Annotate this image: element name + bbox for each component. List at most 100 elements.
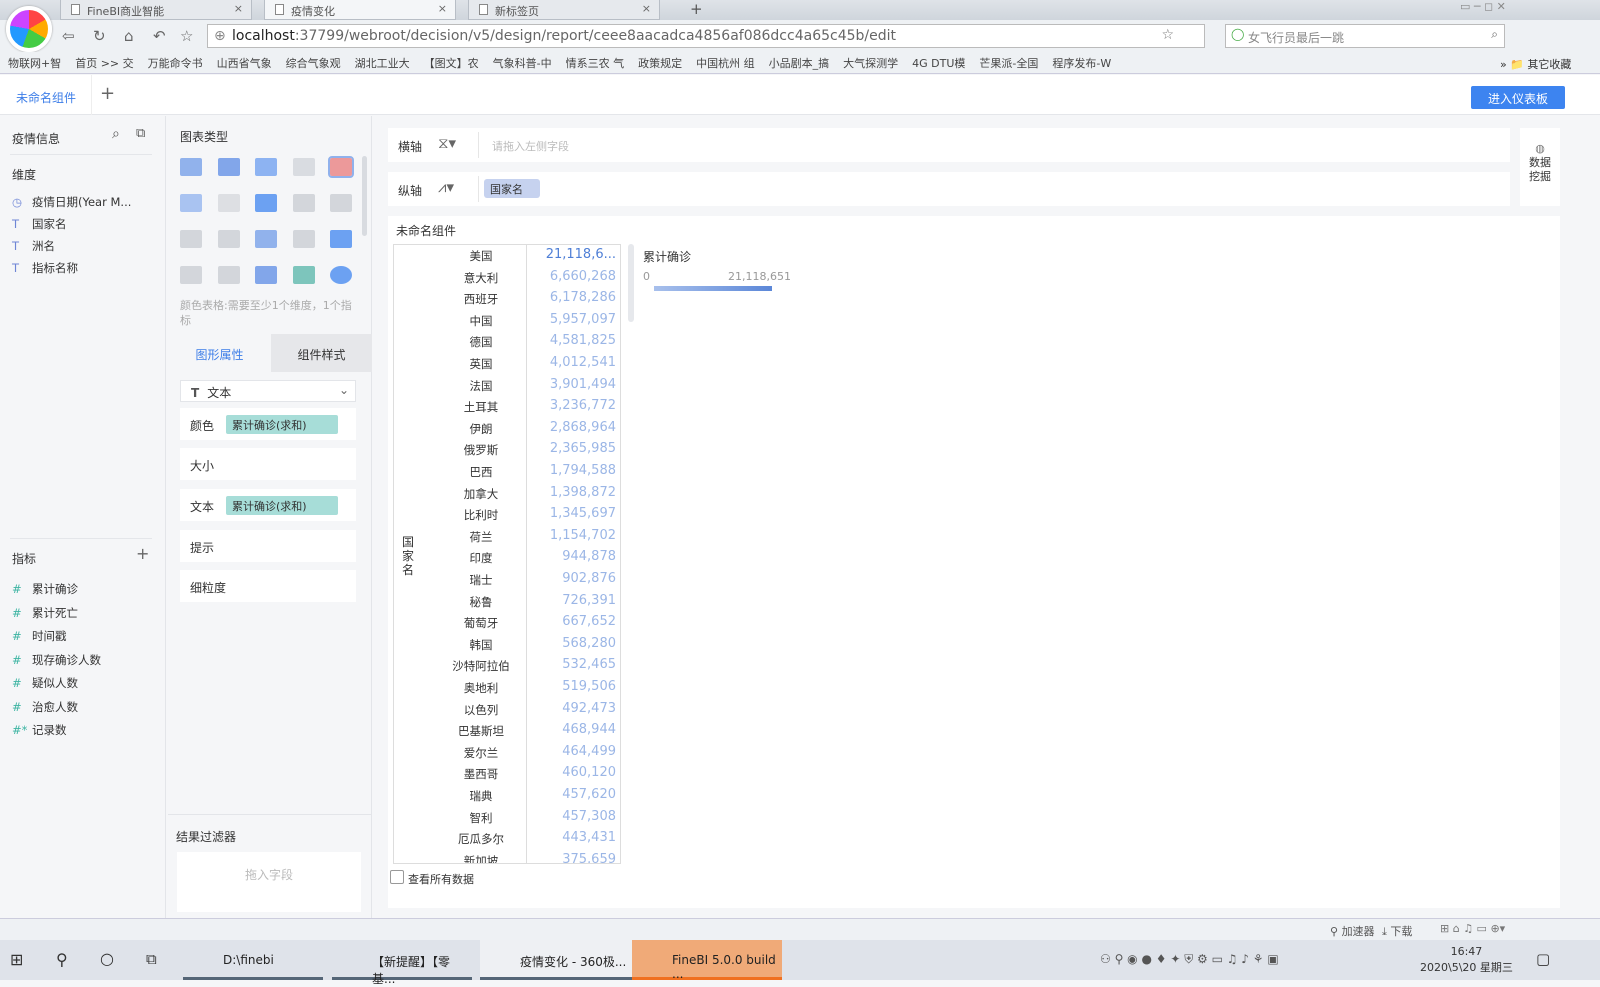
table-row[interactable]: 俄罗斯 2,365,985 — [394, 439, 620, 461]
table-row[interactable]: 瑞士 902,876 — [394, 569, 620, 591]
search-icon[interactable]: ⚲ — [56, 950, 68, 969]
scrollbar[interactable] — [628, 244, 634, 322]
status-icons[interactable]: ⊞ ⌂ ♫ ▭ ⊕▾ — [1440, 922, 1505, 935]
axis-type-icon[interactable]: ⩘▾ — [438, 178, 454, 196]
data-mining-button[interactable]: ◍ 数据挖掘 — [1520, 128, 1560, 206]
bookmark-item[interactable]: 4G DTU模 — [912, 57, 965, 70]
bookmark-item[interactable]: 大气探测学 — [843, 57, 898, 70]
chart-type-icon[interactable] — [330, 266, 352, 284]
table-row[interactable]: 法国 3,901,494 — [394, 375, 620, 397]
table-row[interactable]: 意大利 6,660,268 — [394, 267, 620, 289]
table-row[interactable]: 土耳其 3,236,772 — [394, 396, 620, 418]
new-tab-button[interactable]: + — [690, 0, 703, 18]
windows-start-icon[interactable]: ⊞ — [10, 950, 23, 969]
bookmark-item[interactable]: 【图文】农 — [424, 57, 479, 70]
dimension-field[interactable]: ◷ 疫情日期(Year M... — [12, 194, 131, 210]
accelerator[interactable]: ⚲ 加速器 — [1330, 923, 1375, 939]
measure-field[interactable]: # 累计确诊 — [12, 581, 78, 597]
table-row[interactable]: 奥地利 519,506 — [394, 677, 620, 699]
chart-type-icon[interactable] — [292, 230, 315, 248]
table-row[interactable]: 韩国 568,280 — [394, 634, 620, 656]
close-icon[interactable]: × — [642, 2, 651, 15]
table-row[interactable]: 中国 5,957,097 — [394, 310, 620, 332]
table-row[interactable]: 以色列 492,473 — [394, 699, 620, 721]
table-row[interactable]: 葡萄牙 667,652 — [394, 612, 620, 634]
chart-type-icon[interactable] — [255, 194, 277, 212]
table-row[interactable]: 新加坡 375,659 — [394, 850, 620, 863]
tab-component-style[interactable]: 组件样式 — [271, 334, 372, 372]
chart-type-icon[interactable] — [217, 266, 240, 284]
table-row[interactable]: 美国 21,118,6... — [394, 245, 620, 267]
bookmark-item[interactable]: 程序发布-W — [1052, 57, 1111, 70]
chart-type-icon[interactable] — [217, 230, 240, 248]
field-pill[interactable]: 累计确诊(求和) — [226, 415, 338, 434]
add-measure-icon[interactable]: + — [136, 544, 149, 563]
bookmark-item[interactable]: 气象科普-中 — [493, 57, 552, 70]
table-row[interactable]: 巴基斯坦 468,944 — [394, 720, 620, 742]
bookmark-item[interactable]: 芒果派-全国 — [979, 57, 1038, 70]
chart-type-icon[interactable] — [328, 156, 354, 178]
component-tab[interactable]: 未命名组件 — [0, 75, 92, 115]
prop-text[interactable]: 文本 累计确诊(求和) — [180, 489, 356, 521]
chart-type-icon[interactable] — [255, 266, 277, 284]
table-row[interactable]: 墨西哥 460,120 — [394, 763, 620, 785]
table-row[interactable]: 荷兰 1,154,702 — [394, 526, 620, 548]
enter-dashboard-button[interactable]: 进入仪表板 — [1471, 86, 1565, 109]
bookmark-item[interactable]: 物联网+智 — [8, 57, 61, 70]
measure-field[interactable]: # 时间戳 — [12, 628, 67, 644]
browser-tab[interactable]: FineBI商业智能 × — [60, 0, 252, 20]
star-icon[interactable]: ☆ — [1161, 27, 1174, 43]
download[interactable]: ⤓ 下载 — [1382, 923, 1412, 939]
measure-field[interactable]: #* 记录数 — [12, 722, 67, 738]
dimension-field[interactable]: T 洲名 — [12, 238, 55, 254]
chart-type-icon[interactable] — [330, 230, 352, 248]
chart-type-icon[interactable] — [180, 158, 202, 176]
home-icon[interactable]: ⌂ — [124, 27, 134, 45]
taskbar-item-browser-active[interactable]: 疫情变化 - 360极... — [480, 940, 632, 980]
favorite-icon[interactable]: ☆ — [180, 27, 193, 45]
chart-type-icon[interactable] — [292, 266, 315, 284]
address-bar[interactable]: ⊕ localhost:37799/webroot/decision/v5/des… — [207, 24, 1205, 48]
table-row[interactable]: 德国 4,581,825 — [394, 331, 620, 353]
search-icon[interactable]: ⌕ — [112, 126, 120, 142]
bookmark-item[interactable]: 湖北工业大 — [355, 57, 410, 70]
x-axis-shelf[interactable]: 横轴 ⧖▾ 请拖入左侧字段 — [388, 128, 1510, 162]
prop-size[interactable]: 大小 — [180, 448, 356, 480]
table-row[interactable]: 印度 944,878 — [394, 547, 620, 569]
filter-drop-zone[interactable]: 拖入字段 — [177, 852, 361, 912]
search-input[interactable]: ◯ 女飞行员最后一跳 ⌕ — [1225, 24, 1505, 48]
taskbar-item-finebi[interactable]: FineBI 5.0.0 build ... — [632, 940, 782, 981]
table-row[interactable]: 伊朗 2,868,964 — [394, 418, 620, 440]
close-icon[interactable]: × — [234, 2, 243, 15]
bookmark-item[interactable]: 中国杭州 组 — [696, 57, 755, 70]
table-row[interactable]: 沙特阿拉伯 532,465 — [394, 655, 620, 677]
table-row[interactable]: 厄瓜多尔 443,431 — [394, 828, 620, 850]
table-row[interactable]: 智利 457,308 — [394, 807, 620, 829]
table-row[interactable]: 巴西 1,794,588 — [394, 461, 620, 483]
chart-type-icon[interactable] — [217, 194, 240, 212]
chart-type-icon[interactable] — [255, 230, 277, 248]
prop-color[interactable]: 颜色 累计确诊(求和) — [180, 408, 356, 440]
bookmark-item[interactable]: 首页 >> 交 — [75, 57, 133, 70]
add-component-button[interactable]: + — [100, 83, 115, 104]
measure-field[interactable]: # 疑似人数 — [12, 675, 78, 691]
chart-type-icon[interactable] — [180, 194, 202, 212]
legend-gradient-bar[interactable] — [654, 286, 772, 291]
taskbar-item-explorer[interactable]: D:\finebi — [183, 940, 323, 980]
measure-field[interactable]: # 治愈人数 — [12, 699, 78, 715]
y-axis-shelf[interactable]: 纵轴 ⩘▾ 国家名 — [388, 172, 1510, 206]
browser-tab[interactable]: 疫情变化 × — [264, 0, 456, 20]
dimension-field[interactable]: T 指标名称 — [12, 260, 78, 276]
mark-type-select[interactable]: T 文本 ⌄ — [180, 380, 356, 402]
window-controls[interactable]: ▭ ─ ◻ ✕ — [1460, 0, 1506, 13]
chart-type-icon[interactable] — [180, 230, 202, 248]
tab-graphic-properties[interactable]: 图形属性 — [168, 334, 271, 372]
browser-tab[interactable]: 新标签页 × — [468, 0, 660, 20]
view-all-checkbox[interactable] — [390, 870, 404, 884]
cortana-icon[interactable]: ○ — [100, 949, 114, 968]
table-row[interactable]: 西班牙 6,178,286 — [394, 288, 620, 310]
measure-field[interactable]: # 现存确诊人数 — [12, 652, 101, 668]
field-pill[interactable]: 国家名 — [484, 179, 540, 198]
clock[interactable]: 16:47 2020\5\20 星期三 — [1420, 944, 1513, 976]
prop-tooltip[interactable]: 提示 — [180, 530, 356, 562]
